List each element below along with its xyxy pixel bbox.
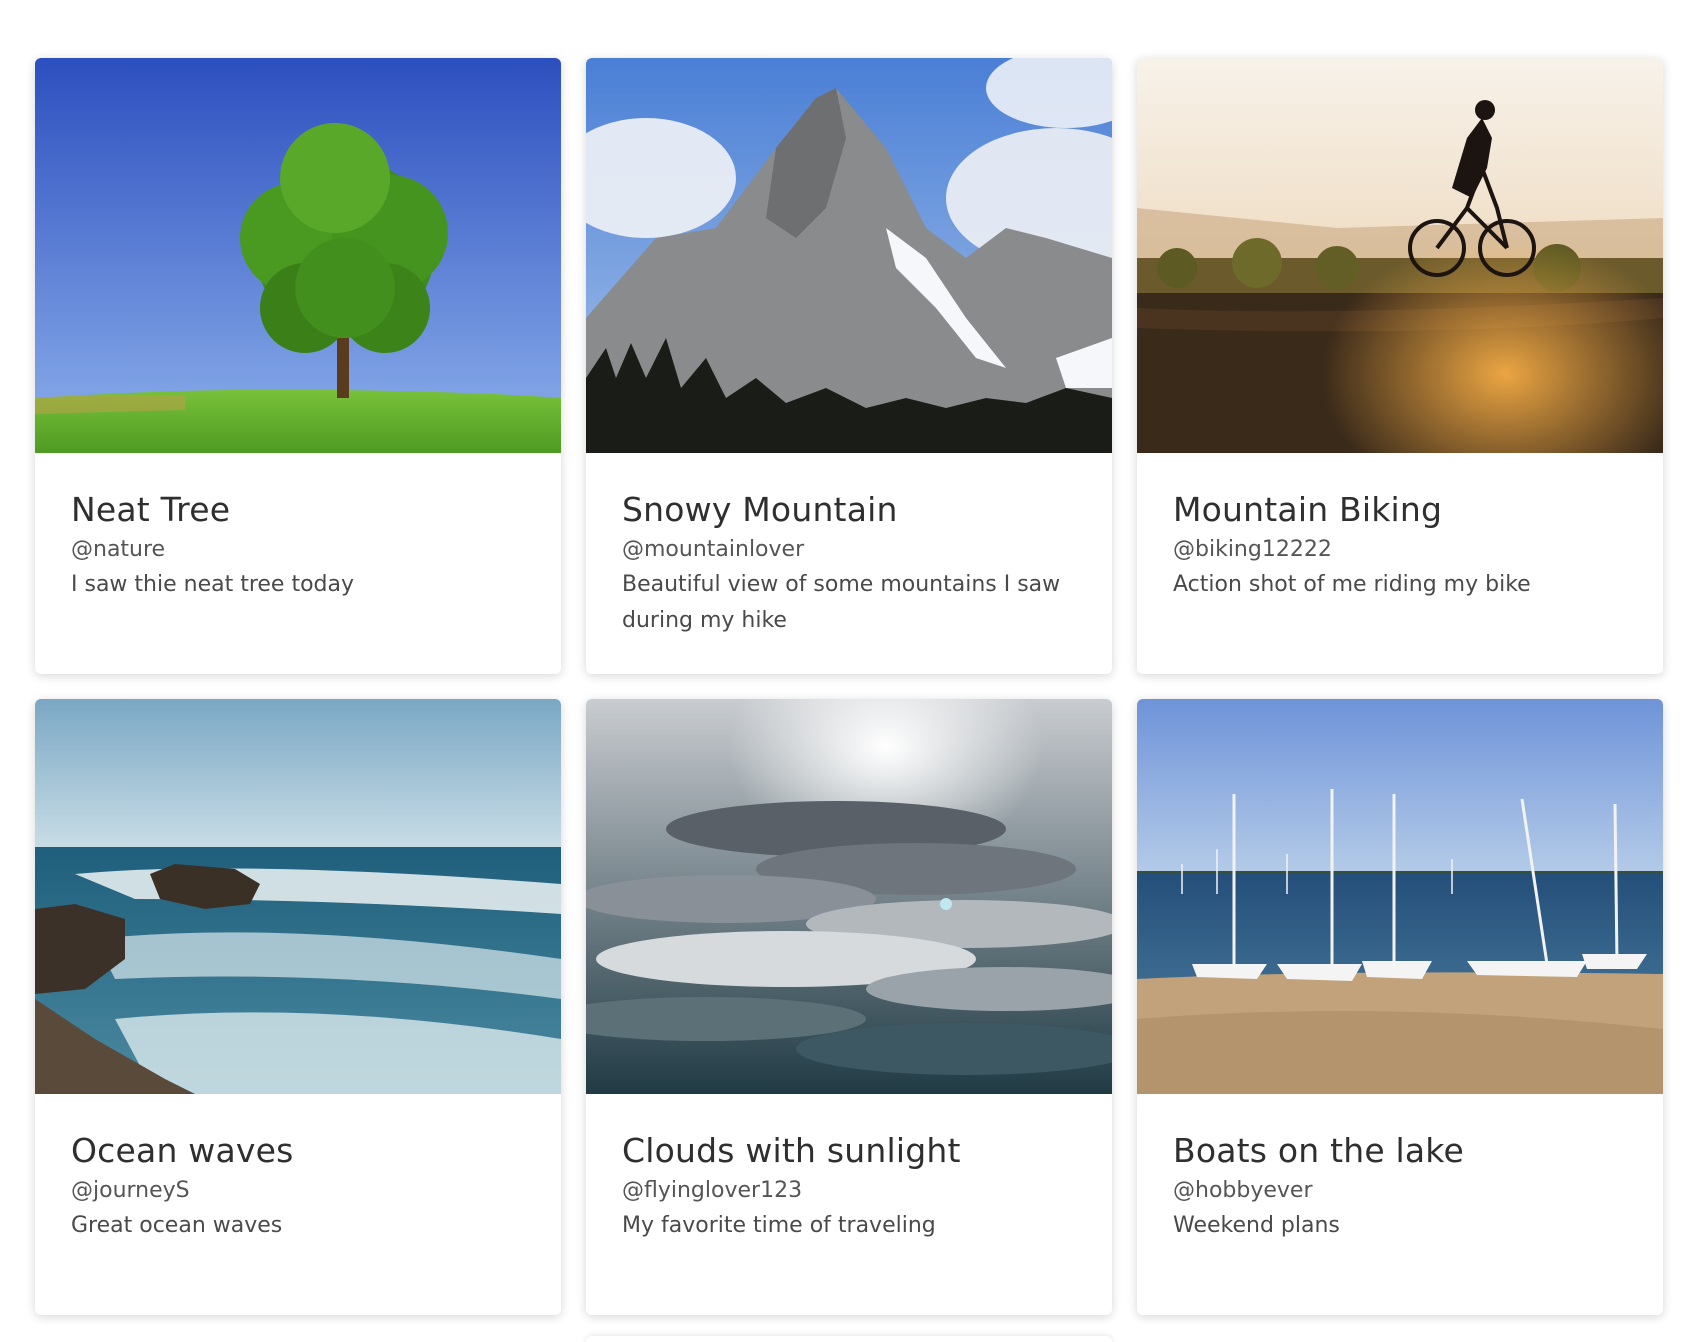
next-card-peek [586,1336,1112,1342]
card-handle[interactable]: @journeyS [71,1174,525,1208]
card-title[interactable]: Mountain Biking [1173,489,1627,531]
card-description: Beautiful view of some mountains I saw d… [622,572,1061,633]
card-body: Mountain Biking @biking12222 Action shot… [1137,453,1663,603]
ocean-photo[interactable] [35,699,561,1094]
post-card[interactable]: Boats on the lake @hobbyever Weekend pla… [1137,699,1663,1315]
post-card[interactable]: Mountain Biking @biking12222 Action shot… [1137,58,1663,674]
post-card[interactable]: Ocean waves @journeyS Great ocean waves [35,699,561,1315]
card-description: Weekend plans [1173,1213,1340,1238]
card-body: Clouds with sunlight @flyinglover123 My … [586,1094,1112,1244]
tree-photo[interactable] [35,58,561,453]
card-description: Great ocean waves [71,1213,283,1238]
card-handle[interactable]: @biking12222 [1173,533,1627,567]
mountain-photo[interactable] [586,58,1112,453]
card-title[interactable]: Ocean waves [71,1130,525,1172]
card-description: I saw thie neat tree today [71,572,355,597]
card-handle[interactable]: @flyinglover123 [622,1174,1076,1208]
biking-photo[interactable] [1137,58,1663,453]
card-description: My favorite time of traveling [622,1213,936,1238]
clouds-photo[interactable] [586,699,1112,1094]
card-title[interactable]: Clouds with sunlight [622,1130,1076,1172]
card-body: Boats on the lake @hobbyever Weekend pla… [1137,1094,1663,1244]
card-handle[interactable]: @mountainlover [622,533,1076,567]
page: Neat Tree @nature I saw thie neat tree t… [0,0,1693,1342]
post-card[interactable]: Neat Tree @nature I saw thie neat tree t… [35,58,561,674]
card-title[interactable]: Snowy Mountain [622,489,1076,531]
post-card[interactable]: Clouds with sunlight @flyinglover123 My … [586,699,1112,1315]
card-body: Neat Tree @nature I saw thie neat tree t… [35,453,561,603]
post-grid: Neat Tree @nature I saw thie neat tree t… [35,58,1663,1315]
card-title[interactable]: Boats on the lake [1173,1130,1627,1172]
card-body: Snowy Mountain @mountainlover Beautiful … [586,453,1112,639]
card-description: Action shot of me riding my bike [1173,572,1531,597]
card-body: Ocean waves @journeyS Great ocean waves [35,1094,561,1244]
card-handle[interactable]: @nature [71,533,525,567]
post-card[interactable]: Snowy Mountain @mountainlover Beautiful … [586,58,1112,674]
boats-photo[interactable] [1137,699,1663,1094]
card-title[interactable]: Neat Tree [71,489,525,531]
card-handle[interactable]: @hobbyever [1173,1174,1627,1208]
